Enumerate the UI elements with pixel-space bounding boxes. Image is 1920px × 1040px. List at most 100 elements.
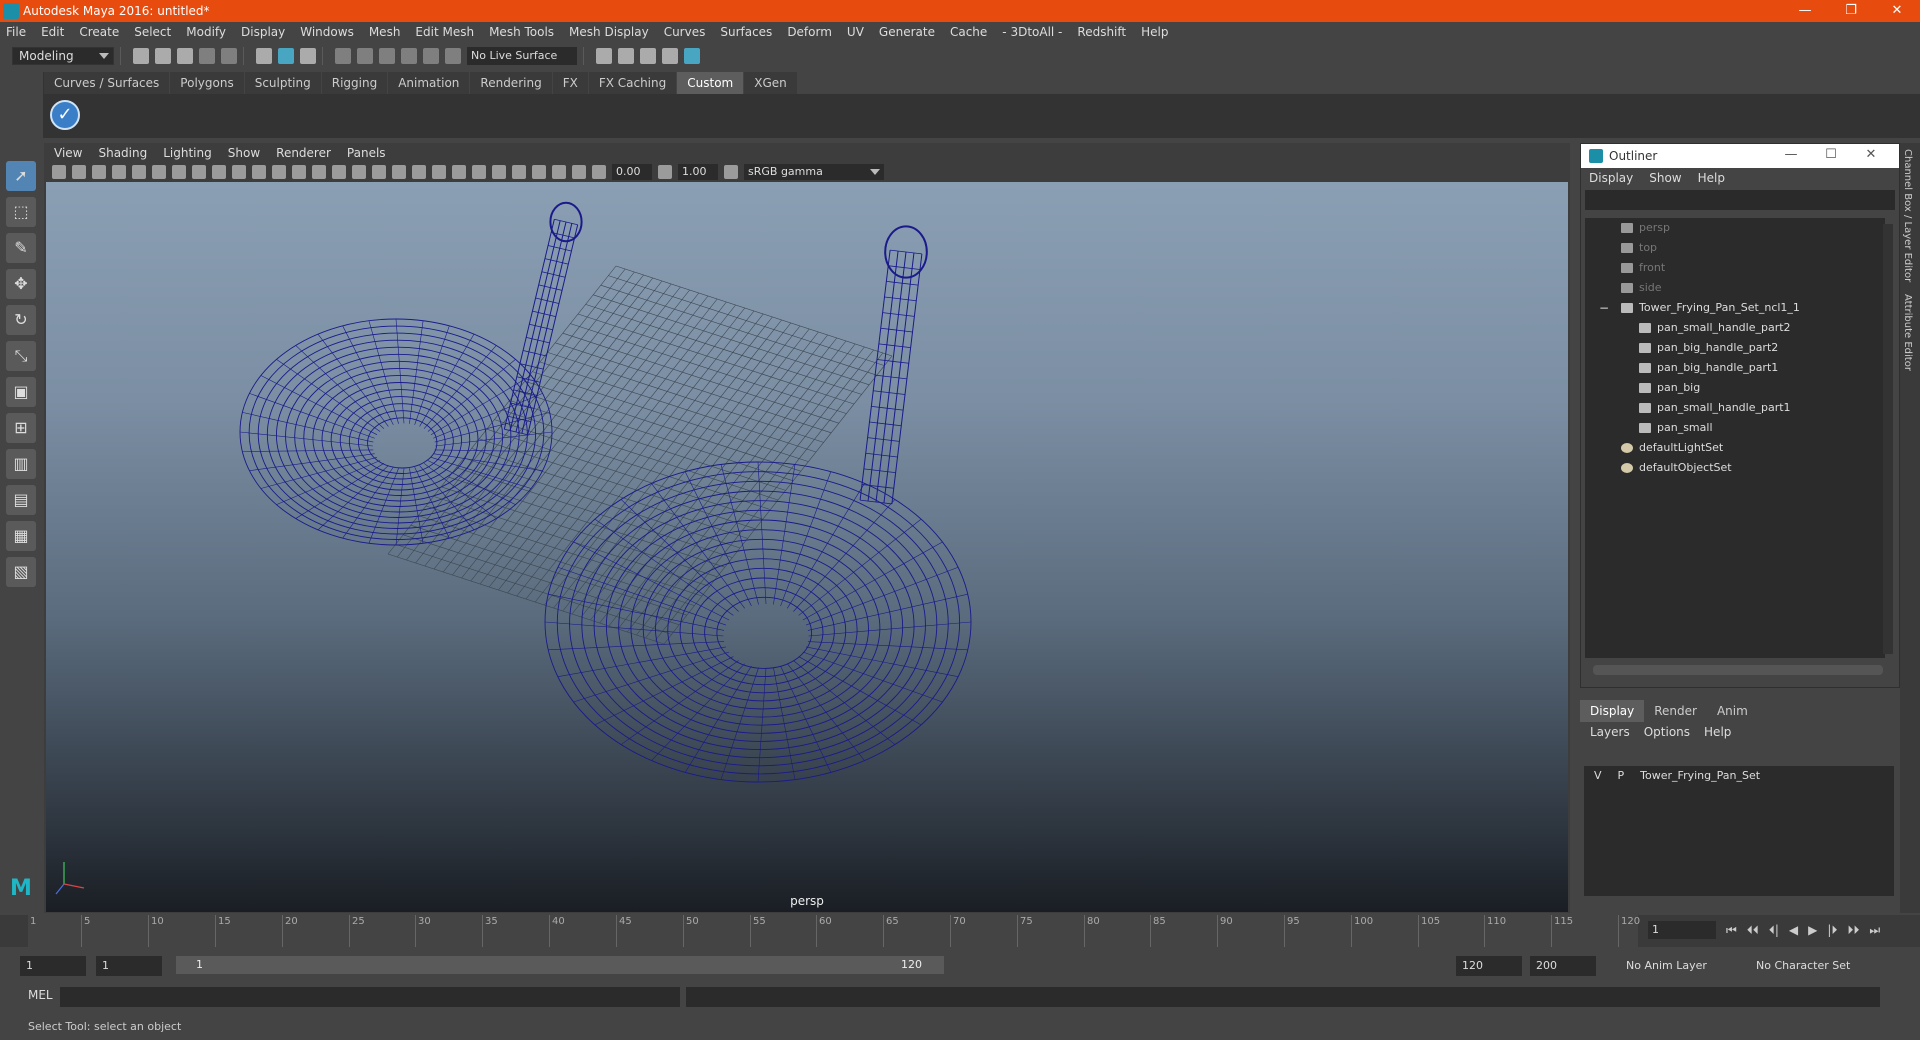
menu-surfaces[interactable]: Surfaces [720,25,772,39]
safe-title-icon[interactable] [292,165,306,179]
menu-mesh-display[interactable]: Mesh Display [569,25,649,39]
shelf-tab-polygons[interactable]: Polygons [170,72,244,94]
select-tool-icon[interactable]: ➚ [6,161,36,191]
shelf-tab-rendering[interactable]: Rendering [470,72,552,94]
menu-edit-mesh[interactable]: Edit Mesh [415,25,474,39]
attribute-editor-tab[interactable]: Attribute Editor [1900,288,1915,377]
panel-menu-renderer[interactable]: Renderer [276,146,331,160]
layer-playback-toggle[interactable]: P [1618,766,1625,786]
field-chart-icon[interactable] [252,165,266,179]
select-component-icon[interactable] [300,48,316,64]
outliner-menu-help[interactable]: Help [1698,171,1725,185]
film-gate-icon[interactable] [192,165,206,179]
shelf-tab-rigging[interactable]: Rigging [321,72,388,94]
safe-action-icon[interactable] [272,165,286,179]
time-ruler[interactable]: 1 5 10 15 20 25 30 35 40 45 50 55 60 65 70 75 80 85 90 95 10… [28,915,1640,947]
channel-box-tab[interactable]: Channel Box / Layer Editor [1900,143,1915,288]
bookmark-icon[interactable] [92,165,106,179]
depth-of-field-icon[interactable] [492,165,506,179]
shelf-tab-sculpting[interactable]: Sculpting [244,72,321,94]
open-scene-icon[interactable] [155,48,171,64]
xray-joints-icon[interactable] [552,165,566,179]
step-forward-key-icon[interactable]: ⏵⏵ [1847,923,1859,938]
menu-edit[interactable]: Edit [41,25,64,39]
snap-curve-icon[interactable] [357,48,373,64]
menu-file[interactable]: File [6,25,26,39]
wireframe-on-shaded-icon[interactable] [352,165,366,179]
shelf-tab-animation[interactable]: Animation [388,72,470,94]
persp-graph-layout-icon[interactable]: ▤ [6,485,36,515]
menu-uv[interactable]: UV [847,25,864,39]
use-all-lights-icon[interactable] [392,165,406,179]
menu-help[interactable]: Help [1141,25,1168,39]
move-tool-icon[interactable]: ✥ [6,269,36,299]
lasso-tool-icon[interactable]: ⬚ [6,197,36,227]
shelf-tab-fx-caching[interactable]: FX Caching [588,72,677,94]
outliner-filter-field[interactable] [1585,190,1895,210]
outliner-item[interactable]: top [1585,238,1885,258]
snap-view-plane-icon[interactable] [401,48,417,64]
select-camera-icon[interactable] [52,165,66,179]
motion-blur-icon[interactable] [452,165,466,179]
menu-windows[interactable]: Windows [300,25,354,39]
gate-mask-icon[interactable] [232,165,246,179]
outliner-minimize-button[interactable]: — [1771,147,1811,162]
menu-deform[interactable]: Deform [787,25,832,39]
live-surface-field[interactable]: No Live Surface [467,47,577,65]
persp-graph-outliner-layout-icon[interactable]: ▦ [6,521,36,551]
xray-icon[interactable] [532,165,546,179]
collapse-toggle-icon[interactable]: − [1599,298,1609,318]
gamma-field[interactable]: 1.00 [678,164,718,180]
render-settings-icon[interactable] [662,48,678,64]
menu-3dtoall[interactable]: - 3DtoAll - [1002,25,1062,39]
undo-icon[interactable] [199,48,215,64]
color-management-icon[interactable] [724,165,738,179]
layer-menu-layers[interactable]: Layers [1590,725,1630,739]
panel-menu-view[interactable]: View [54,146,82,160]
command-input[interactable] [60,987,680,1007]
grease-pencil-icon[interactable] [152,165,166,179]
animation-end-field[interactable]: 200 [1530,956,1596,976]
outliner-item[interactable]: − Tower_Frying_Pan_Set_ncl1_1 [1585,298,1885,318]
outliner-item[interactable]: front [1585,258,1885,278]
new-scene-icon[interactable] [133,48,149,64]
outliner-vertical-scrollbar[interactable] [1883,224,1893,654]
outliner-menu-show[interactable]: Show [1649,171,1681,185]
persp-outliner-layout-icon[interactable]: ▥ [6,449,36,479]
outliner-item[interactable]: persp [1585,218,1885,238]
layer-visibility-toggle[interactable]: V [1594,766,1602,786]
outliner-item[interactable]: pan_small_handle_part2 [1585,318,1885,338]
animation-start-field[interactable]: 1 [20,956,86,976]
outliner-menu-display[interactable]: Display [1589,171,1633,185]
step-forward-frame-icon[interactable]: |⏵ [1827,923,1837,938]
current-frame-field[interactable]: 1 [1648,921,1716,939]
single-perspective-layout-icon[interactable]: ▣ [6,377,36,407]
menu-curves[interactable]: Curves [664,25,706,39]
2d-pan-zoom-icon[interactable] [132,165,146,179]
play-forward-icon[interactable]: ▶ [1808,923,1817,938]
rotate-tool-icon[interactable]: ↻ [6,305,36,335]
outliner-horizontal-scrollbar[interactable] [1593,665,1883,675]
menu-redshift[interactable]: Redshift [1077,25,1126,39]
select-object-icon[interactable] [278,48,294,64]
snap-point-icon[interactable] [379,48,395,64]
camera-attributes-icon[interactable] [72,165,86,179]
textured-icon[interactable] [372,165,386,179]
outliner-item[interactable]: defaultObjectSet [1585,458,1885,478]
layer-tab-anim[interactable]: Anim [1707,700,1758,722]
shelf-tab-fx[interactable]: FX [552,72,588,94]
paint-select-tool-icon[interactable]: ✎ [6,233,36,263]
menu-mesh-tools[interactable]: Mesh Tools [489,25,554,39]
view-transform-select[interactable]: sRGB gamma [744,164,884,180]
layer-row[interactable]: V P Tower_Frying_Pan_Set [1584,766,1894,786]
outliner-maximize-button[interactable]: ☐ [1811,147,1851,162]
outliner-item[interactable]: defaultLightSet [1585,438,1885,458]
layer-menu-help[interactable]: Help [1704,725,1731,739]
menu-display[interactable]: Display [241,25,285,39]
layer-menu-options[interactable]: Options [1644,725,1690,739]
play-backward-icon[interactable]: ◀ [1789,923,1798,938]
image-plane-icon[interactable] [112,165,126,179]
redo-icon[interactable] [221,48,237,64]
panel-menu-show[interactable]: Show [228,146,260,160]
playback-start-field[interactable]: 1 [96,956,162,976]
